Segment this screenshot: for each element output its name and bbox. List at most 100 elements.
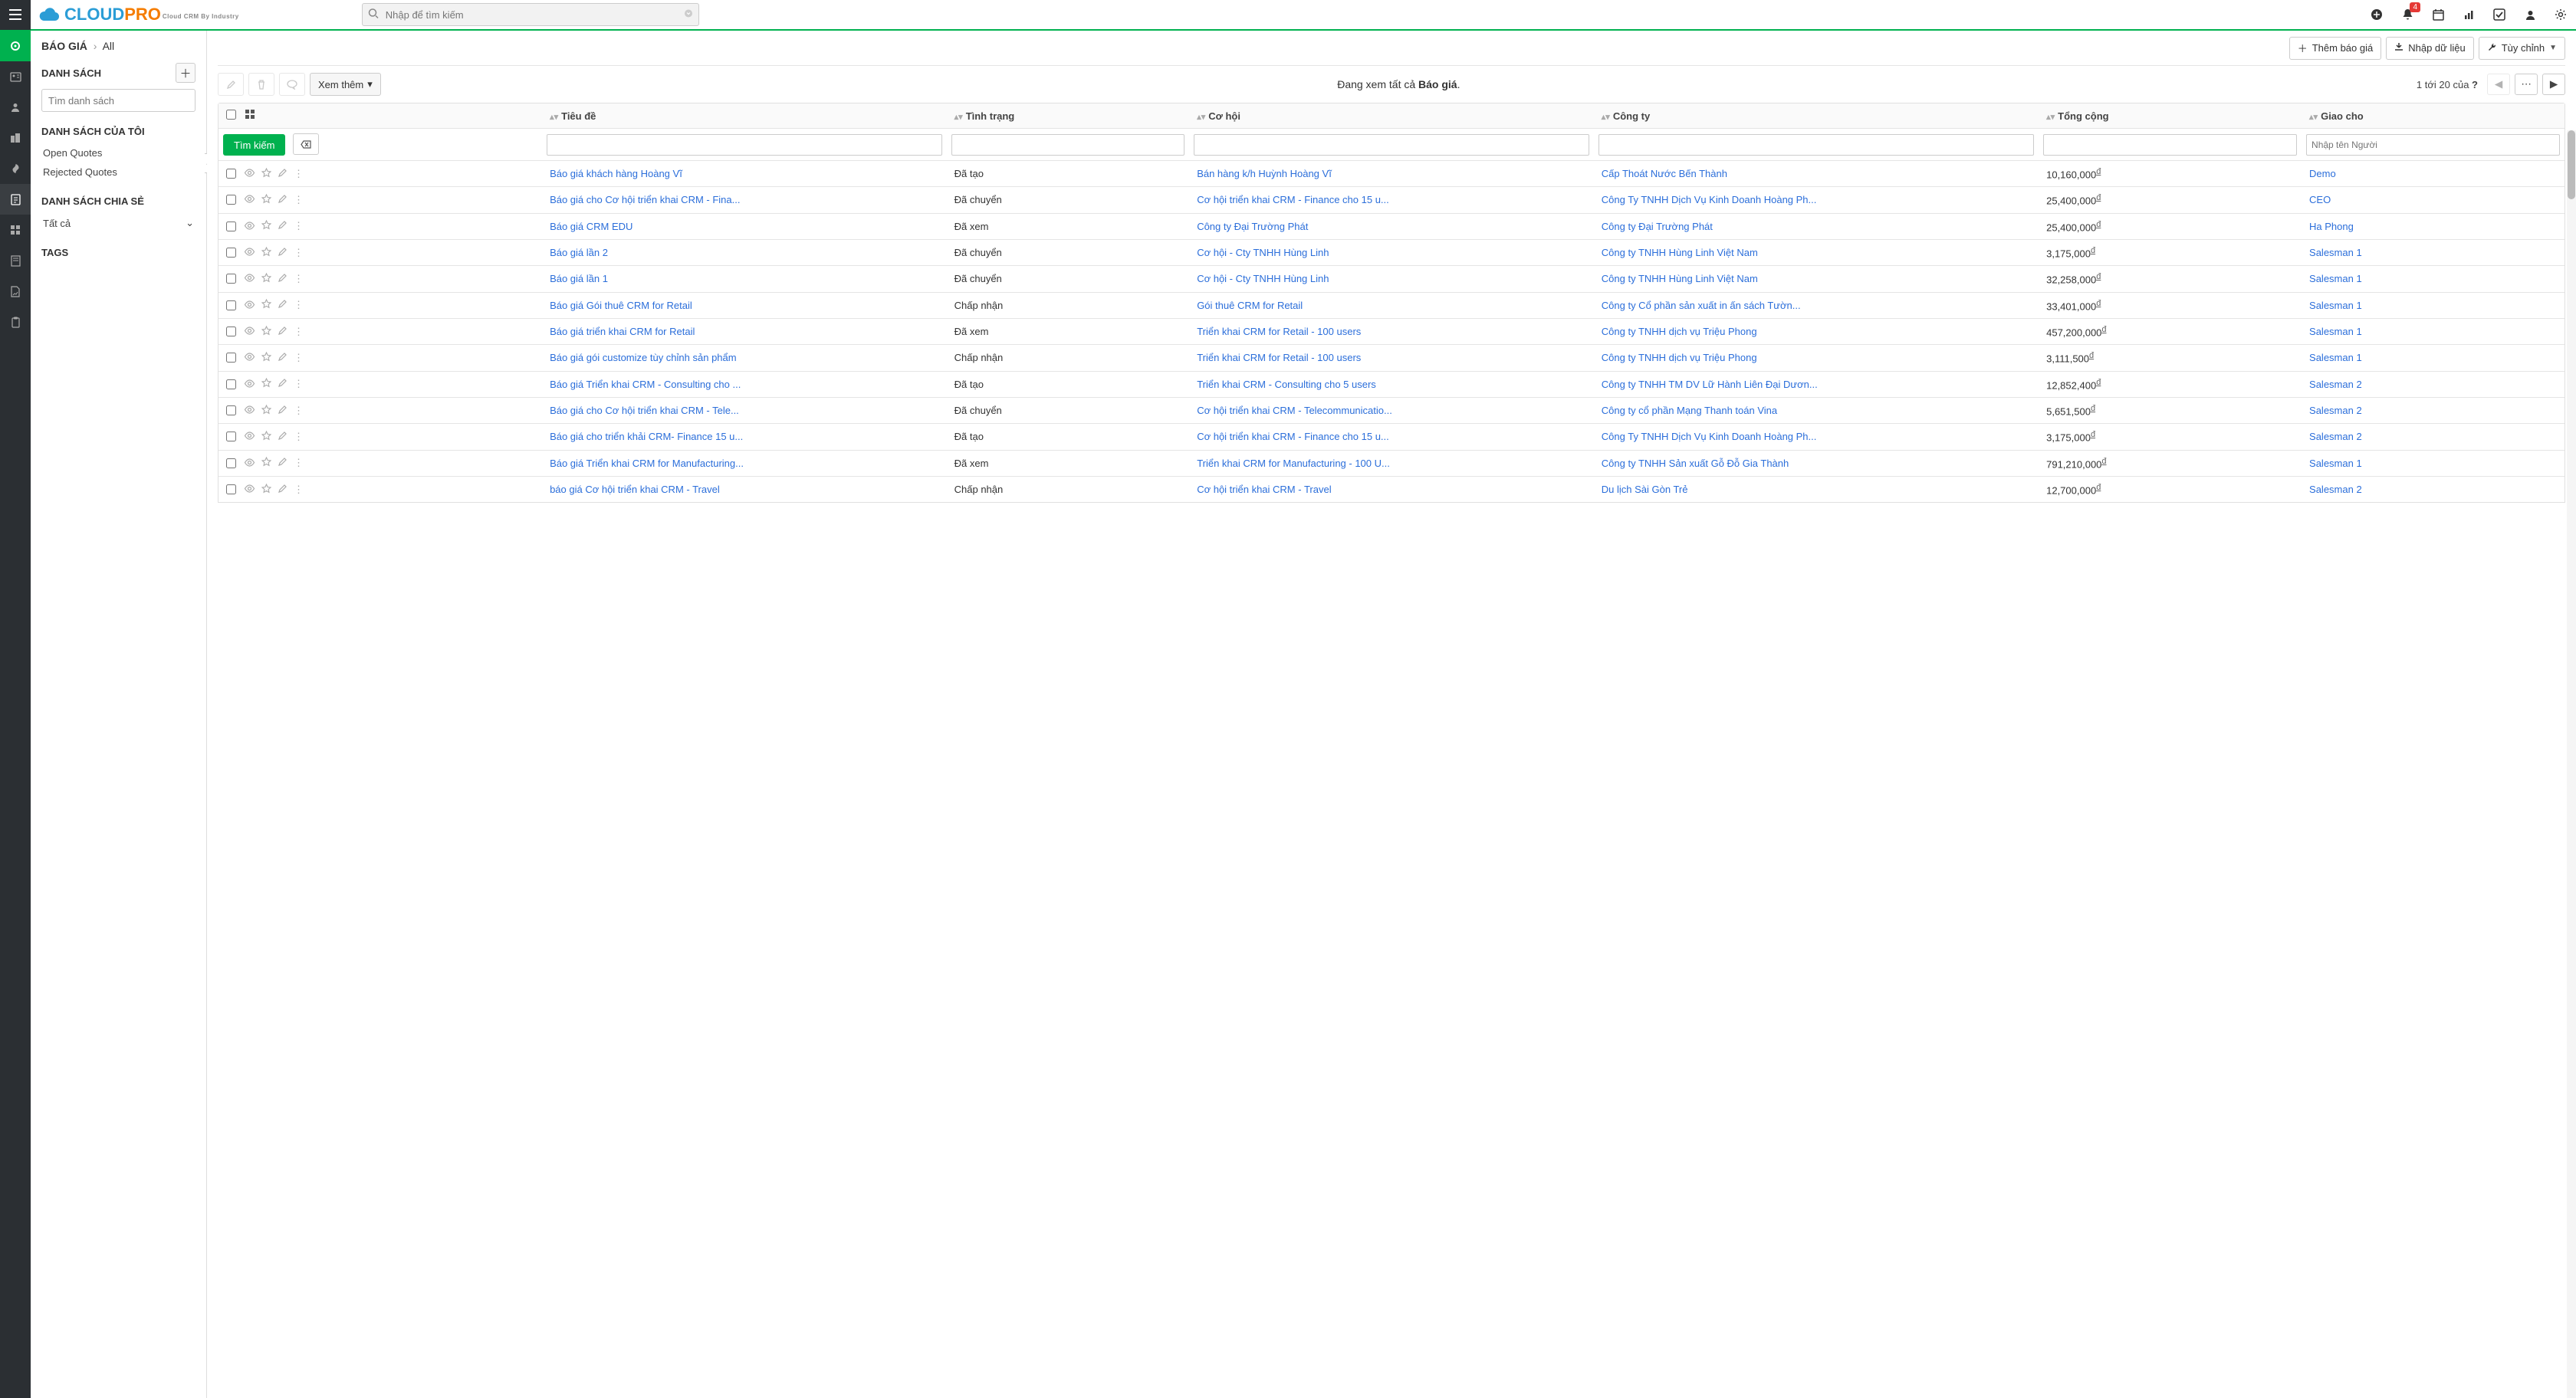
breadcrumb-module[interactable]: BÁO GIÁ xyxy=(41,40,87,52)
row-checkbox[interactable] xyxy=(226,432,236,441)
row-opportunity-link[interactable]: Công ty Đại Trường Phát xyxy=(1197,221,1308,232)
rail-dashboard[interactable] xyxy=(0,31,31,61)
view-icon[interactable] xyxy=(244,484,255,495)
vertical-scrollbar[interactable] xyxy=(2567,130,2576,1398)
view-icon[interactable] xyxy=(244,458,255,469)
row-opportunity-link[interactable]: Bán hàng k/h Huỳnh Hoàng Vĩ xyxy=(1197,168,1332,179)
row-assigned-link[interactable]: Salesman 1 xyxy=(2309,326,2362,337)
star-icon[interactable] xyxy=(261,273,271,285)
filter-company-input[interactable] xyxy=(1598,134,2034,156)
edit-button[interactable] xyxy=(218,73,244,96)
star-icon[interactable] xyxy=(261,299,271,311)
row-menu-icon[interactable]: ⋮ xyxy=(294,299,304,311)
row-assigned-link[interactable]: Salesman 1 xyxy=(2309,352,2362,363)
row-title-link[interactable]: Báo giá lần 1 xyxy=(550,273,608,284)
row-menu-icon[interactable]: ⋮ xyxy=(294,247,304,259)
row-company-link[interactable]: Công ty Đại Trường Phát xyxy=(1602,221,1713,232)
edit-icon[interactable] xyxy=(278,431,288,443)
col-header-assigned[interactable]: ▴▾Giao cho xyxy=(2302,103,2564,129)
logo[interactable]: CLOUDPRO Cloud CRM By Industry xyxy=(31,5,247,25)
row-assigned-link[interactable]: Ha Phong xyxy=(2309,221,2354,232)
col-header-opportunity[interactable]: ▴▾Cơ hội xyxy=(1189,103,1594,129)
row-assigned-link[interactable]: Salesman 2 xyxy=(2309,431,2362,442)
notification-icon[interactable]: 4 xyxy=(2392,0,2423,30)
view-icon[interactable] xyxy=(244,326,255,337)
next-page-button[interactable]: ▶ xyxy=(2542,74,2565,95)
filter-search-button[interactable]: Tìm kiếm xyxy=(223,134,285,156)
row-opportunity-link[interactable]: Cơ hội - Cty TNHH Hùng Linh xyxy=(1197,247,1329,258)
filter-clear-button[interactable] xyxy=(293,133,319,155)
row-checkbox[interactable] xyxy=(226,327,236,336)
edit-icon[interactable] xyxy=(278,326,288,338)
star-icon[interactable] xyxy=(261,431,271,443)
rail-products[interactable] xyxy=(0,215,31,245)
row-assigned-link[interactable]: Salesman 1 xyxy=(2309,247,2362,258)
sidebar-list-item[interactable]: Rejected Quotes xyxy=(41,162,196,182)
report-icon[interactable] xyxy=(2453,0,2484,30)
star-icon[interactable] xyxy=(261,194,271,206)
delete-button[interactable] xyxy=(248,73,274,96)
grid-view-icon[interactable] xyxy=(245,110,255,122)
row-assigned-link[interactable]: Demo xyxy=(2309,168,2336,179)
comment-button[interactable] xyxy=(279,73,305,96)
star-icon[interactable] xyxy=(261,352,271,364)
row-company-link[interactable]: Công ty TNHH dịch vụ Triệu Phong xyxy=(1602,352,1757,363)
row-opportunity-link[interactable]: Triển khai CRM for Retail - 100 users xyxy=(1197,352,1361,363)
import-button[interactable]: Nhập dữ liệu xyxy=(2386,37,2473,60)
row-company-link[interactable]: Công ty TNHH TM DV Lữ Hành Liên Đại Dươn… xyxy=(1602,379,1818,390)
row-opportunity-link[interactable]: Gói thuê CRM for Retail xyxy=(1197,300,1303,311)
row-assigned-link[interactable]: Salesman 2 xyxy=(2309,379,2362,390)
row-checkbox[interactable] xyxy=(226,458,236,468)
row-title-link[interactable]: Báo giá cho triển khải CRM- Finance 15 u… xyxy=(550,431,743,442)
row-opportunity-link[interactable]: Triển khai CRM for Manufacturing - 100 U… xyxy=(1197,458,1390,469)
row-title-link[interactable]: Báo giá khách hàng Hoàng Vĩ xyxy=(550,168,682,179)
row-opportunity-link[interactable]: Cơ hội - Cty TNHH Hùng Linh xyxy=(1197,273,1329,284)
star-icon[interactable] xyxy=(261,484,271,496)
edit-icon[interactable] xyxy=(278,220,288,232)
settings-icon[interactable] xyxy=(2545,0,2576,30)
row-company-link[interactable]: Cấp Thoát Nước Bến Thành xyxy=(1602,168,1727,179)
row-company-link[interactable]: Công ty Cổ phần sản xuất in ấn sách Tườn… xyxy=(1602,300,1801,311)
star-icon[interactable] xyxy=(261,326,271,338)
row-title-link[interactable]: báo giá Cơ hội triển khai CRM - Travel xyxy=(550,484,720,495)
row-opportunity-link[interactable]: Triển khai CRM - Consulting cho 5 users xyxy=(1197,379,1376,390)
filter-assigned-input[interactable] xyxy=(2306,134,2560,156)
breadcrumb-view[interactable]: All xyxy=(103,40,115,52)
row-menu-icon[interactable]: ⋮ xyxy=(294,405,304,417)
rail-quotes[interactable] xyxy=(0,184,31,215)
row-assigned-link[interactable]: CEO xyxy=(2309,194,2331,205)
row-company-link[interactable]: Công ty TNHH Hùng Linh Việt Nam xyxy=(1602,247,1758,258)
row-checkbox[interactable] xyxy=(226,300,236,310)
star-icon[interactable] xyxy=(261,405,271,417)
row-menu-icon[interactable]: ⋮ xyxy=(294,378,304,390)
view-icon[interactable] xyxy=(244,247,255,258)
row-company-link[interactable]: Công Ty TNHH Dịch Vụ Kinh Doanh Hoàng Ph… xyxy=(1602,431,1817,442)
edit-icon[interactable] xyxy=(278,457,288,469)
view-icon[interactable] xyxy=(244,300,255,311)
rail-accounts[interactable] xyxy=(0,92,31,123)
star-icon[interactable] xyxy=(261,220,271,232)
row-menu-icon[interactable]: ⋮ xyxy=(294,273,304,285)
row-company-link[interactable]: Công ty cổ phần Mạng Thanh toán Vina xyxy=(1602,405,1777,416)
row-company-link[interactable]: Du lịch Sài Gòn Trẻ xyxy=(1602,484,1688,495)
row-assigned-link[interactable]: Salesman 1 xyxy=(2309,458,2362,469)
view-icon[interactable] xyxy=(244,273,255,284)
view-icon[interactable] xyxy=(244,194,255,205)
row-title-link[interactable]: Báo giá Triển khai CRM for Manufacturing… xyxy=(550,458,744,469)
check-icon[interactable] xyxy=(2484,0,2515,30)
col-header-company[interactable]: ▴▾Công ty xyxy=(1594,103,2039,129)
search-dropdown-icon[interactable] xyxy=(684,9,693,21)
more-actions-dropdown[interactable]: Xem thêm ▾ xyxy=(310,73,381,96)
row-assigned-link[interactable]: Salesman 2 xyxy=(2309,484,2362,495)
star-icon[interactable] xyxy=(261,457,271,469)
row-title-link[interactable]: Báo giá lần 2 xyxy=(550,247,608,258)
rail-deals[interactable] xyxy=(0,153,31,184)
star-icon[interactable] xyxy=(261,168,271,180)
page-options-button[interactable]: ⋯ xyxy=(2515,74,2538,95)
global-search-input[interactable] xyxy=(362,3,699,26)
view-icon[interactable] xyxy=(244,221,255,232)
row-opportunity-link[interactable]: Cơ hội triển khai CRM - Finance cho 15 u… xyxy=(1197,431,1389,442)
row-company-link[interactable]: Công ty TNHH dịch vụ Triệu Phong xyxy=(1602,326,1757,337)
row-title-link[interactable]: Báo giá Triển khai CRM - Consulting cho … xyxy=(550,379,741,390)
row-menu-icon[interactable]: ⋮ xyxy=(294,168,304,180)
